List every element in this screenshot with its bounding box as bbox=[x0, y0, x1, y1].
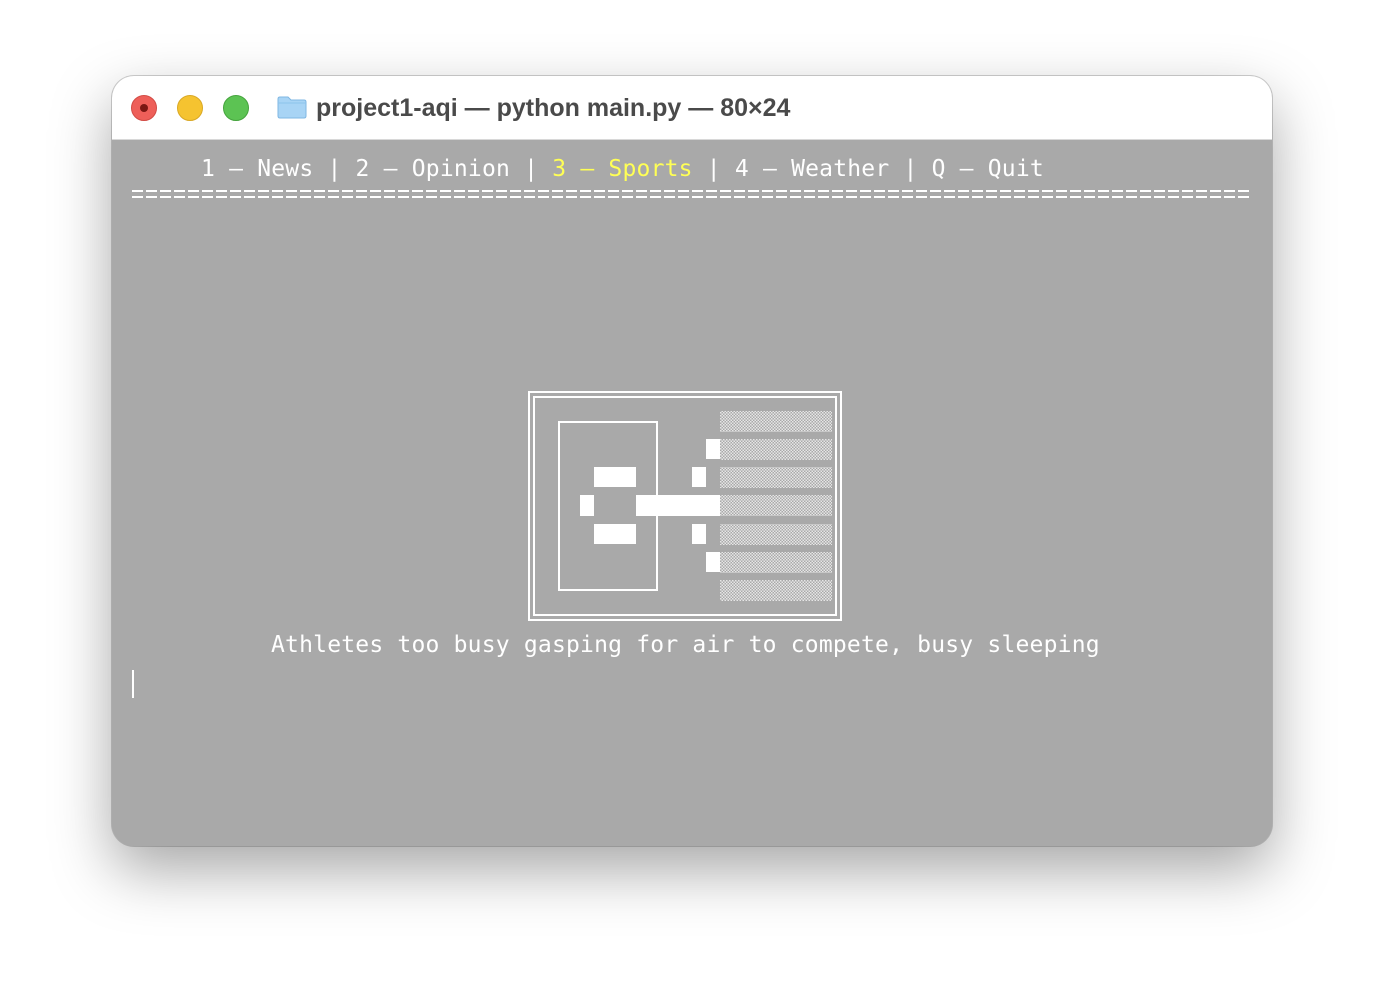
terminal-window: project1-aqi — python main.py — 80×24 1 … bbox=[112, 76, 1272, 846]
close-dot-icon bbox=[140, 104, 148, 112]
folder-icon bbox=[277, 96, 307, 119]
menu-item-quit[interactable]: Q – Quit bbox=[932, 156, 1044, 182]
close-button[interactable] bbox=[131, 95, 157, 121]
menu-separator: | bbox=[313, 156, 356, 182]
menu-separator: | bbox=[889, 156, 932, 182]
menu-item-news[interactable]: 1 – News bbox=[201, 156, 313, 182]
minimize-button[interactable] bbox=[177, 95, 203, 121]
zoom-button[interactable] bbox=[223, 95, 249, 121]
sports-court-ascii-art bbox=[528, 391, 842, 621]
menu-item-opinion[interactable]: 2 – Opinion bbox=[356, 156, 511, 182]
menu-bar: 1 – News | 2 – Opinion | 3 – Sports | 4 … bbox=[201, 154, 1044, 184]
menu-item-weather[interactable]: 4 – Weather bbox=[735, 156, 890, 182]
menu-separator: | bbox=[510, 156, 553, 182]
double-rule-divider bbox=[132, 188, 1252, 200]
window-title: project1-aqi — python main.py — 80×24 bbox=[316, 94, 791, 122]
terminal-content[interactable]: 1 – News | 2 – Opinion | 3 – Sports | 4 … bbox=[112, 140, 1272, 846]
sports-headline: Athletes too busy gasping for air to com… bbox=[271, 632, 1100, 658]
title-bar: project1-aqi — python main.py — 80×24 bbox=[112, 76, 1272, 140]
menu-separator: | bbox=[692, 156, 735, 182]
text-cursor bbox=[132, 670, 134, 698]
menu-item-sports[interactable]: 3 – Sports bbox=[552, 156, 692, 182]
